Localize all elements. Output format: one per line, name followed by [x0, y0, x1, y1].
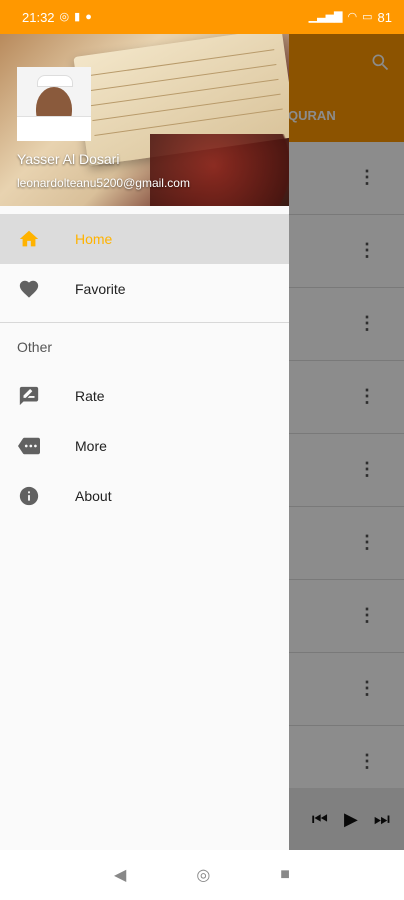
rate-review-icon	[17, 384, 41, 408]
wifi-icon: ◠	[347, 10, 358, 23]
more-label-icon	[17, 434, 41, 458]
user-name: Yasser Al Dosari	[17, 151, 120, 167]
signal-icon: ▁▃▅▇	[308, 10, 343, 23]
trash-icon: ▮	[74, 10, 81, 23]
status-time: 21:32	[22, 9, 55, 25]
nav-item-favorite[interactable]: Favorite	[0, 264, 289, 314]
battery-icon: ▭	[362, 10, 373, 23]
nav-item-home[interactable]: Home	[0, 214, 289, 264]
nav-item-rate[interactable]: Rate	[0, 371, 289, 421]
nav-label: About	[75, 488, 112, 504]
navigation-drawer: Yasser Al Dosari leonardolteanu5200@gmai…	[0, 34, 289, 850]
user-email: leonardolteanu5200@gmail.com	[17, 176, 190, 190]
whatsapp-icon: ◎	[59, 10, 70, 23]
nav-label: Favorite	[75, 281, 126, 297]
flowers-image	[150, 134, 289, 206]
battery-level: 81	[377, 9, 392, 25]
back-icon[interactable]: ◀	[114, 865, 126, 885]
app-notification-icon: ●	[85, 10, 92, 23]
section-title-other: Other	[17, 339, 53, 355]
drawer-menu: Home Favorite Other Rate More About	[0, 214, 289, 521]
nav-label: Rate	[75, 388, 105, 404]
recents-icon[interactable]: ■	[280, 866, 290, 884]
info-icon	[17, 484, 41, 508]
nav-item-about[interactable]: About	[0, 471, 289, 521]
home-icon	[17, 227, 41, 251]
status-bar: 21:32 ◎ ▮ ● ▁▃▅▇ ◠ ▭ 81	[0, 0, 404, 34]
nav-label: Home	[75, 231, 113, 247]
system-nav-bar: ◀ ◎ ■	[0, 850, 404, 900]
home-button-icon[interactable]: ◎	[196, 865, 210, 885]
drawer-header: Yasser Al Dosari leonardolteanu5200@gmai…	[0, 34, 289, 206]
avatar	[17, 67, 91, 141]
heart-icon	[17, 277, 41, 301]
nav-label: More	[75, 438, 107, 454]
nav-item-more[interactable]: More	[0, 421, 289, 471]
